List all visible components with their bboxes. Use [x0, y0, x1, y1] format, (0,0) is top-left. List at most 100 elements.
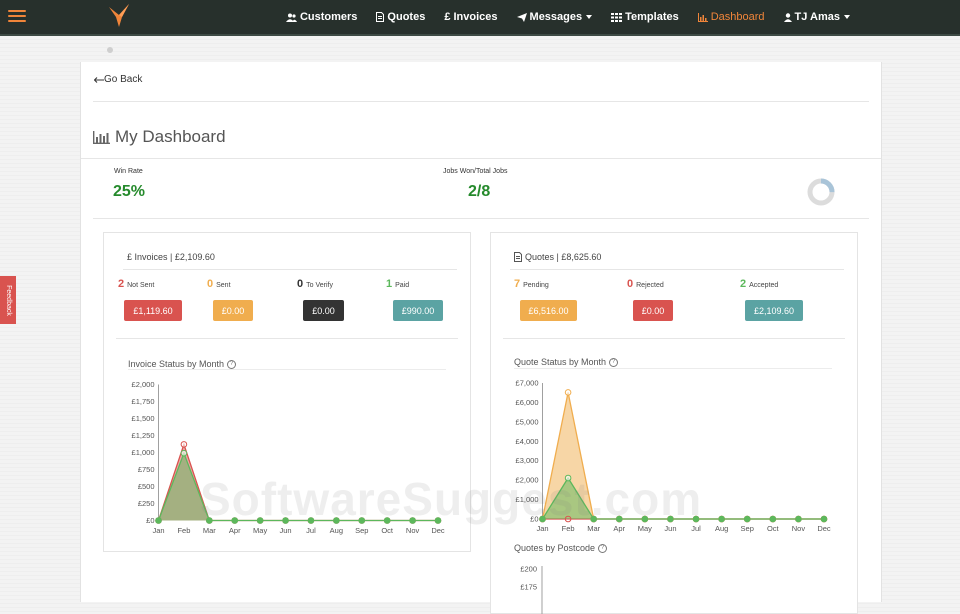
nav-customers[interactable]: Customers — [285, 11, 357, 23]
quotes-by-postcode-chart: £200 £175 — [520, 565, 543, 614]
y-tick-label: £1,000 — [132, 448, 155, 457]
y-tick-label: £1,250 — [132, 431, 155, 440]
bar-chart-icon — [93, 130, 110, 144]
divider — [510, 269, 844, 270]
nav-templates-label: Templates — [625, 11, 679, 23]
x-tick-label: May — [253, 526, 267, 535]
win-rate-donut-chart — [807, 178, 835, 206]
nav-messages[interactable]: Messages — [516, 11, 593, 23]
feedback-tab[interactable]: Feedback — [0, 276, 16, 324]
y-tick-label: £3,000 — [516, 456, 539, 465]
x-tick-label: Feb — [177, 526, 190, 535]
rejected-amount-button[interactable]: £0.00 — [633, 300, 673, 321]
y-tick-label: £200 — [520, 565, 537, 574]
y-tick-label: £2,000 — [516, 476, 539, 485]
invoice-status-not-sent: 2 Not Sent — [118, 278, 155, 290]
series-1-point — [409, 517, 416, 524]
help-icon[interactable]: ? — [598, 543, 608, 553]
divider — [116, 338, 458, 339]
page-title: My Dashboard — [93, 127, 226, 147]
nav-templates[interactable]: Templates — [611, 11, 679, 23]
series-1-point — [307, 517, 315, 524]
nav-quotes-label: Quotes — [387, 11, 426, 23]
paid-amount-button[interactable]: £990.00 — [393, 300, 443, 321]
invoice-chart-title: Invoice Status by Month ? — [128, 359, 237, 369]
file-icon — [376, 12, 385, 22]
divider — [503, 338, 845, 339]
nav-invoices-label: £ Invoices — [444, 11, 498, 23]
series-0-area — [542, 392, 824, 519]
invoice-status-sent: 0 Sent — [207, 278, 231, 290]
y-tick-label: £1,500 — [132, 414, 155, 423]
y-tick-label: £7,000 — [516, 379, 539, 388]
x-tick-label: Oct — [381, 526, 394, 535]
x-tick-label: May — [638, 524, 652, 533]
series-0-point — [180, 441, 188, 448]
series-2-point — [564, 474, 572, 482]
win-rate-label: Win Rate — [114, 168, 143, 175]
series-1-point — [282, 517, 289, 524]
postcode-chart-title: Quotes by Postcode ? — [514, 543, 608, 553]
x-tick-label: Jan — [152, 526, 164, 535]
series-0-point — [564, 389, 572, 396]
help-icon[interactable]: ? — [609, 357, 619, 367]
file-icon — [514, 252, 522, 262]
invoice-status-chart: £0 £250 £500 £750 £1,000 £1,250 £1,500 £1,750 £2… — [132, 380, 445, 535]
go-back-link[interactable]: Go Back — [94, 74, 142, 85]
series-2-point — [692, 515, 700, 523]
not-sent-amount-button[interactable]: £1,119.60 — [124, 300, 182, 321]
invoices-panel: £ Invoices | £2,109.60 2 Not Sent £1,119… — [103, 232, 471, 552]
x-tick-label: Nov — [792, 524, 806, 533]
hamburger-menu-icon[interactable] — [8, 10, 26, 24]
chevron-down-icon — [586, 15, 593, 19]
series-1-point — [383, 517, 391, 524]
divider — [128, 369, 446, 370]
x-tick-label: Sep — [355, 526, 368, 535]
accepted-amount-button[interactable]: £2,109.60 — [745, 300, 803, 321]
y-tick-label: £1,750 — [132, 397, 155, 406]
to-verify-amount-button[interactable]: £0.00 — [303, 300, 344, 321]
win-rate-value: 25% — [113, 183, 146, 200]
y-tick-label: £4,000 — [516, 437, 539, 446]
series-1-point — [358, 517, 366, 524]
jobs-won-label: Jobs Won/Total Jobs — [443, 168, 508, 175]
user-menu[interactable]: TJ Amas — [783, 11, 850, 23]
series-2-point — [615, 515, 623, 523]
user-name: TJ Amas — [794, 11, 840, 23]
y-tick-label: £6,000 — [516, 398, 539, 407]
y-tick-label: £175 — [520, 583, 537, 592]
y-tick-label: £750 — [138, 465, 155, 474]
y-tick-label: £0 — [146, 516, 154, 525]
invoices-header: £ Invoices | £2,109.60 — [127, 252, 215, 262]
dashboard-container: Go Back My Dashboard Win Rate 25% Jobs W… — [80, 62, 882, 614]
series-1-point — [180, 449, 188, 457]
x-tick-label: Mar — [203, 526, 216, 535]
nav-invoices[interactable]: £ Invoices — [444, 11, 497, 23]
invoice-status-paid: 1 Paid — [386, 278, 410, 290]
nav-quotes[interactable]: Quotes — [376, 11, 425, 23]
x-tick-label: Feb — [562, 524, 575, 533]
y-tick-label: £2,000 — [132, 380, 155, 389]
page-title-text: My Dashboard — [115, 127, 226, 146]
series-2-point — [641, 515, 649, 523]
divider — [123, 269, 457, 270]
series-2-point — [590, 515, 597, 523]
top-navbar: Customers Quotes £ Invoices Messages Tem… — [0, 0, 960, 36]
chevron-down-icon — [844, 15, 850, 19]
series-1-point — [231, 517, 239, 524]
x-tick-label: Sep — [741, 524, 754, 533]
x-tick-label: Jan — [536, 524, 548, 533]
series-1-point — [333, 517, 340, 524]
app-logo[interactable] — [107, 3, 131, 29]
invoice-status-to-verify: 0 To Verify — [297, 278, 333, 290]
sent-amount-button[interactable]: £0.00 — [213, 300, 253, 321]
nav-dashboard[interactable]: Dashboard — [697, 11, 765, 23]
y-tick-label: £5,000 — [516, 417, 539, 426]
x-tick-label: Aug — [715, 524, 728, 533]
pending-amount-button[interactable]: £6,516.00 — [520, 300, 577, 321]
divider — [514, 368, 832, 369]
quote-status-chart: £0 £1,000 £2,000 £3,000 £4,000 £5,000 £6,000 £7… — [516, 379, 831, 534]
series-2-point — [743, 515, 751, 523]
help-icon[interactable]: ? — [227, 359, 237, 369]
x-tick-label: Apr — [613, 524, 625, 533]
